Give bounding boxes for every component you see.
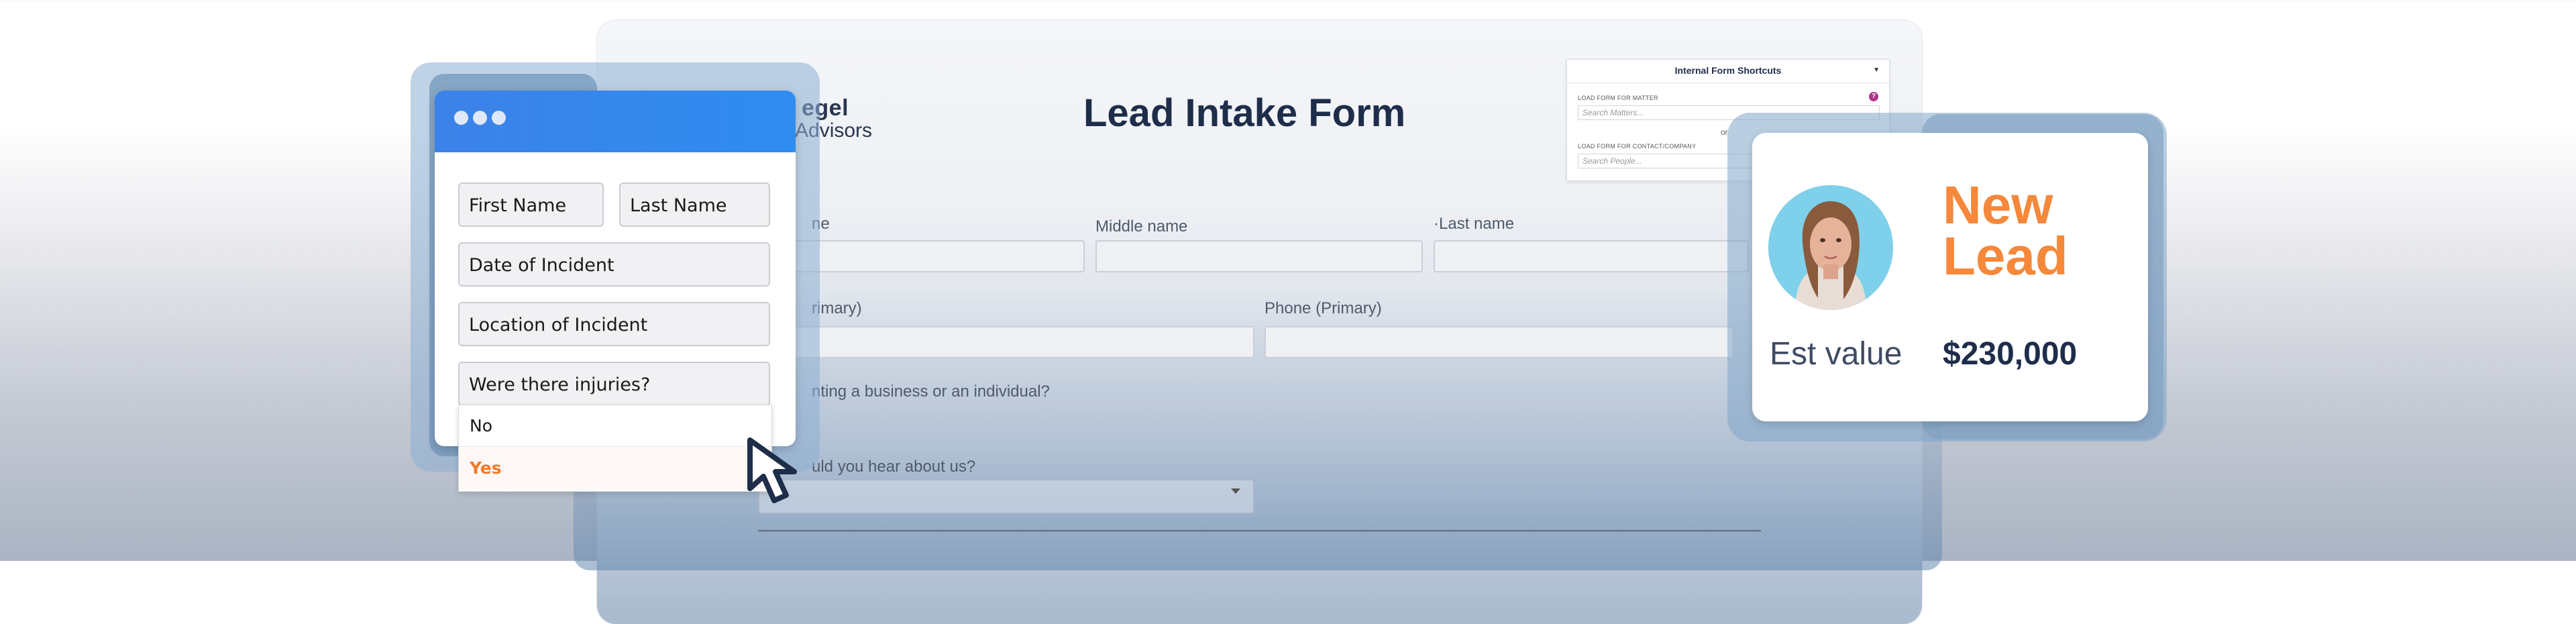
chevron-down-icon xyxy=(1231,488,1240,494)
help-icon[interactable]: ? xyxy=(1869,92,1878,101)
form-bottom-divider xyxy=(758,530,1761,531)
first-name-field[interactable]: First Name xyxy=(458,183,604,227)
intake-window: First Name Last Name Date of Incident Lo… xyxy=(435,91,796,446)
dropdown-option-yes[interactable]: Yes xyxy=(459,448,771,489)
location-of-incident-field[interactable]: Location of Incident xyxy=(458,302,770,346)
hear-about-us-question: uld you hear about us? xyxy=(812,458,976,476)
new-lead-title-line2: Lead xyxy=(1943,226,2068,286)
window-dot-icon xyxy=(454,111,468,125)
phone-input[interactable] xyxy=(1265,326,1734,358)
window-dot-icon xyxy=(473,111,487,125)
est-value-label: Est value xyxy=(1770,336,1902,372)
phone-label: Phone (Primary) xyxy=(1265,299,1382,317)
business-or-individual-question: nting a business or an individual? xyxy=(812,382,1050,401)
load-form-contact-label: LOAD FORM FOR CONTACT/COMPANY xyxy=(1578,143,1697,150)
middle-name-input[interactable] xyxy=(1095,240,1423,272)
load-form-matter-label: LOAD FORM FOR MATTER xyxy=(1578,95,1658,101)
new-lead-title-line1: New xyxy=(1943,175,2053,235)
date-of-incident-field[interactable]: Date of Incident xyxy=(458,242,770,287)
last-name-input[interactable] xyxy=(1434,240,1749,272)
dropdown-option-no[interactable]: No xyxy=(459,405,771,447)
last-name-field[interactable]: Last Name xyxy=(619,183,770,227)
injuries-question-select[interactable]: Were there injuries? xyxy=(458,362,770,406)
injuries-dropdown-menu: No Yes xyxy=(458,405,772,492)
email-input[interactable] xyxy=(758,326,1254,358)
window-title-bar xyxy=(435,91,796,152)
page-title: Lead Intake Form xyxy=(1083,91,1406,135)
shortcuts-title[interactable]: Internal Form Shortcuts xyxy=(1567,65,1889,76)
new-lead-card: New Lead Est value $230,000 xyxy=(1752,133,2148,421)
hear-about-us-select[interactable] xyxy=(758,479,1254,514)
chevron-down-icon[interactable]: ▼ xyxy=(1873,66,1880,74)
mouse-pointer-icon xyxy=(747,437,797,503)
question-divider xyxy=(758,407,1761,408)
window-dot-icon xyxy=(492,111,506,125)
new-lead-title: New Lead xyxy=(1943,175,2068,286)
last-name-label: ·Last name xyxy=(1434,215,1515,233)
est-value-amount: $230,000 xyxy=(1943,336,2078,372)
avatar xyxy=(1768,185,1893,310)
middle-name-label: Middle name xyxy=(1095,217,1188,236)
